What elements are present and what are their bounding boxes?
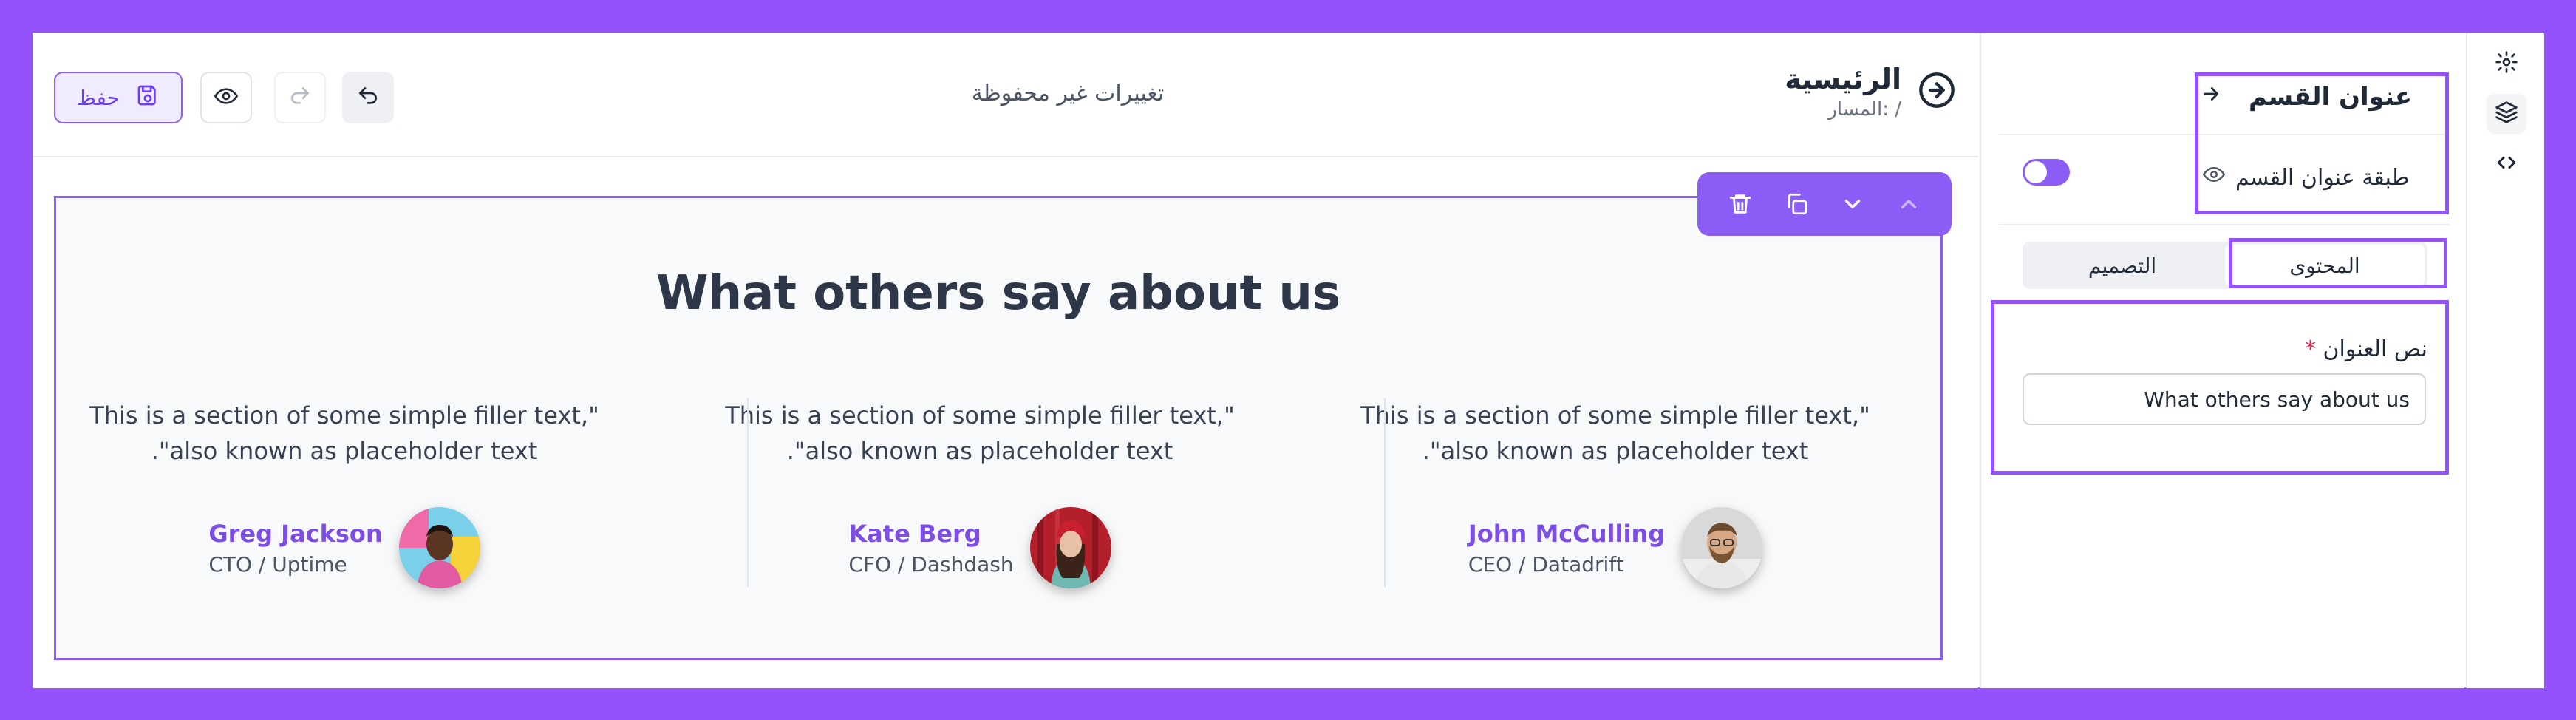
required-mark: * [2304,336,2316,362]
testimonial-divider [1384,398,1386,587]
editor-window: حفظ تغييرات غير محفوظة الرئيسية المسار: … [33,33,2544,688]
redo-button[interactable] [274,72,326,123]
code-button[interactable] [2487,144,2526,184]
top-bar: حفظ تغييرات غير محفوظة الرئيسية المسار: … [33,33,1978,157]
panel-tabs: التصميم المحتوى [2023,242,2427,289]
save-button-label: حفظ [76,85,120,110]
divider [1999,224,2450,225]
unsaved-changes-status: تغييرات غير محفوظة [971,81,1165,106]
testimonial-card[interactable]: "This is a section of some simple filler… [27,398,662,590]
layer-visibility-row: طبقة عنوان القسم [2203,159,2447,196]
toggle-knob [2025,161,2047,183]
testimonials-section[interactable]: What others say about us "This is a sect… [54,196,1943,660]
section-action-toolbar [1697,172,1952,236]
divider [1999,134,2450,135]
testimonial-quote: "This is a section of some simple filler… [725,401,1235,465]
avatar [1681,507,1763,588]
save-button[interactable]: حفظ [54,72,183,123]
testimonial-role: CEO / Datadrift [1468,551,1624,577]
arrow-right-icon[interactable] [2200,82,2222,112]
settings-button[interactable] [2487,44,2526,84]
title-field-label: نص العنوان * [2023,336,2427,362]
gear-icon [2495,50,2518,77]
layers-icon [2495,101,2518,127]
testimonial-name: Greg Jackson [208,519,383,548]
chevron-up-icon[interactable] [1896,191,1921,217]
eye-icon [214,84,238,111]
panel-header: عنوان القسم [2200,73,2447,120]
testimonial-person: Kate Berg CFO / Dashdash [662,507,1298,588]
redo-icon [288,84,312,111]
testimonial-name: John McCulling [1468,519,1666,548]
eye-icon [2203,163,2225,191]
testimonial-role: CTO / Uptime [208,551,347,577]
testimonial-quote: "This is a section of some simple filler… [1360,401,1870,465]
properties-panel: عنوان القسم طبقة عنوان القسم التصميم الم… [1980,33,2464,688]
testimonial-role: CFO / Dashdash [848,551,1014,577]
section-heading[interactable]: What others say about us [56,266,1940,321]
tab-content[interactable]: المحتوى [2225,245,2425,286]
page-breadcrumb: الرئيسية المسار: / [1785,63,1956,120]
title-field-label-text: نص العنوان [2323,336,2427,362]
layer-visibility-toggle[interactable] [2023,159,2070,186]
chevron-down-icon[interactable] [1840,191,1865,217]
testimonial-card[interactable]: "This is a section of some simple filler… [1298,398,1933,590]
avatar [398,507,480,588]
tab-design[interactable]: التصميم [2023,242,2222,289]
testimonial-divider [747,398,749,587]
layer-label: طبقة عنوان القسم [2235,164,2410,191]
editor-canvas: What others say about us "This is a sect… [33,159,1978,688]
trash-icon[interactable] [1728,191,1753,217]
testimonial-person: Greg Jackson CTO / Uptime [27,507,662,588]
testimonial-name: Kate Berg [848,519,981,548]
layers-button[interactable] [2487,94,2526,134]
testimonial-quote: "This is a section of some simple filler… [89,401,599,465]
arrow-circle-right-icon[interactable] [1918,71,1956,112]
undo-icon [356,84,380,111]
page-path: المسار: / [1827,98,1901,120]
copy-icon[interactable] [1784,191,1809,217]
icon-rail [2466,33,2544,688]
preview-button[interactable] [200,72,252,123]
testimonial-person: John McCulling CEO / Datadrift [1298,507,1933,588]
panel-title: عنوان القسم [2249,82,2413,112]
testimonials-row: "This is a section of some simple filler… [56,398,1940,590]
title-text-input[interactable] [2023,373,2426,425]
avatar [1029,507,1111,588]
save-icon [136,84,160,112]
undo-button[interactable] [342,72,394,123]
code-icon [2495,151,2518,177]
testimonial-card[interactable]: "This is a section of some simple filler… [662,398,1298,590]
page-title: الرئيسية [1785,63,1901,95]
